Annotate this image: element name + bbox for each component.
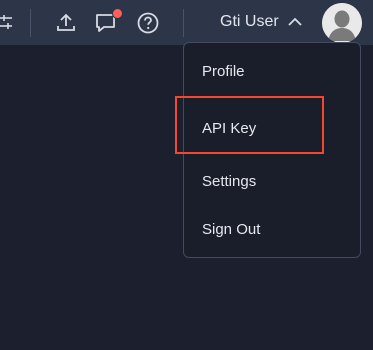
top-navigation-bar: Gti User [0, 0, 373, 45]
menu-item-sign-out[interactable]: Sign Out [202, 220, 260, 240]
menu-item-settings[interactable]: Settings [202, 172, 256, 192]
upload-icon[interactable] [55, 11, 77, 33]
avatar-icon[interactable] [322, 3, 362, 43]
help-icon[interactable] [136, 11, 160, 35]
user-name[interactable]: Gti User [220, 12, 279, 32]
sliders-icon[interactable] [0, 12, 14, 32]
highlight-box [175, 96, 324, 154]
notification-badge [112, 8, 123, 19]
menu-item-profile[interactable]: Profile [202, 62, 245, 82]
chevron-up-icon[interactable] [287, 14, 303, 35]
toolbar-divider [183, 9, 184, 37]
toolbar-divider [30, 9, 31, 37]
